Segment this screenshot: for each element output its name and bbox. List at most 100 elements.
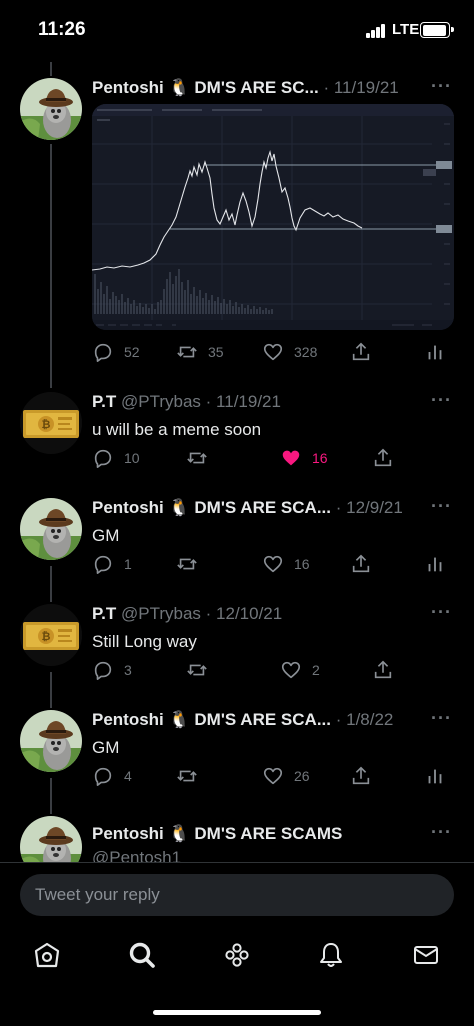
status-time: 11:26 [38,19,86,40]
more-options-button[interactable]: ··· [431,390,452,411]
author-name[interactable]: P.T [92,392,116,411]
battery-icon [420,22,454,38]
like-button[interactable]: 16 [262,552,310,576]
retweet-button[interactable] [176,764,198,788]
tweet-actions: 4 26 [92,764,452,788]
author-handle[interactable]: @Pentosh1 [92,848,181,862]
reply-icon [92,341,114,363]
tweet-text: GM [92,738,120,757]
retweet-icon [176,765,198,787]
reply-count: 1 [124,556,132,572]
tab-notifications[interactable] [316,940,346,970]
author-name[interactable]: Pentoshi 🐧 DM'S ARE SCA... [92,498,331,517]
reply-button[interactable]: 1 [92,552,132,576]
pentoshi-avatar[interactable] [20,498,82,560]
pentoshi-avatar-image [20,498,82,560]
analytics-button[interactable] [424,764,446,788]
tweet-text: Still Long way [92,632,197,651]
tweet-date[interactable]: · 11/19/21 [206,392,281,411]
more-options-button[interactable]: ··· [431,496,452,517]
author-name[interactable]: Pentoshi 🐧 DM'S ARE SC... [92,78,319,97]
notifications-icon [320,943,342,967]
share-button[interactable] [350,764,372,788]
tweet[interactable]: Pentoshi 🐧 DM'S ARE SCA... · 1/8/22 ··· … [0,708,474,800]
analytics-icon [424,765,446,787]
home-icon [34,942,60,968]
price-chart-graphic [92,104,454,330]
retweet-button[interactable] [186,658,208,682]
pentoshi-avatar[interactable] [20,710,82,772]
retweet-count: 35 [208,344,224,360]
pentoshi-avatar[interactable] [20,816,82,862]
reply-button[interactable]: 52 [92,340,140,364]
chart-image[interactable] [92,104,454,330]
share-button[interactable] [350,552,372,576]
tweet[interactable]: P.T @PTrybas · 12/10/21 ··· Still Long w… [0,602,474,694]
retweet-button[interactable]: 35 [176,340,224,364]
communities-icon [225,943,249,967]
tweet[interactable]: P.T @PTrybas · 11/19/21 ··· u will be a … [0,390,474,482]
status-bar: 11:26 LTE [0,0,474,62]
heart-icon [262,765,284,787]
reply-button[interactable]: 4 [92,764,132,788]
share-button[interactable] [372,446,394,470]
messages-icon [414,946,438,964]
tab-messages[interactable] [411,940,441,970]
retweet-icon [176,553,198,575]
tab-home[interactable] [32,940,62,970]
more-options-button[interactable]: ··· [431,708,452,729]
reply-input[interactable]: Tweet your reply [20,874,454,916]
pentoshi-avatar-image [20,78,82,140]
author-handle[interactable]: @PTrybas [121,604,201,623]
bitcoin-bar-avatar[interactable] [20,604,82,666]
home-indicator [153,1010,321,1015]
like-button[interactable]: 16 [280,446,328,470]
tweet-actions: 52 35 328 [92,340,452,364]
reply-icon [92,553,114,575]
analytics-button[interactable] [424,552,446,576]
tweet-date[interactable]: · 11/19/21 [323,78,398,97]
like-button[interactable]: 26 [262,764,310,788]
share-button[interactable] [372,658,394,682]
tweet-date[interactable]: · 12/9/21 [336,498,403,517]
like-button[interactable]: 328 [262,340,317,364]
reply-icon [92,447,114,469]
tweet-header: P.T @PTrybas · 11/19/21 [92,392,430,414]
like-count: 16 [312,450,328,466]
tweet-header: P.T @PTrybas · 12/10/21 [92,604,430,626]
more-options-button[interactable]: ··· [431,822,452,843]
more-options-button[interactable]: ··· [431,602,452,623]
thread-connector [50,62,52,76]
tweet[interactable]: Pentoshi 🐧 DM'S ARE SCA... · 12/9/21 ···… [0,496,474,588]
main-tweet[interactable]: Pentoshi 🐧 DM'S ARE SCAMS @Pentosh1 ··· [0,816,474,862]
tweet-date[interactable]: · 1/8/22 [336,710,394,729]
share-icon [350,765,372,787]
tab-communities[interactable] [222,940,252,970]
tweet-header: Pentoshi 🐧 DM'S ARE SCA... · 12/9/21 [92,498,430,520]
share-button[interactable] [350,340,372,364]
tweet[interactable]: Pentoshi 🐧 DM'S ARE SC... · 11/19/21 ··· [0,76,474,368]
like-button[interactable]: 2 [280,658,320,682]
like-count: 328 [294,344,318,360]
reply-button[interactable]: 3 [92,658,132,682]
retweet-button[interactable] [176,552,198,576]
share-icon [372,447,394,469]
author-name[interactable]: Pentoshi 🐧 DM'S ARE SCAMS [92,824,342,843]
author-name[interactable]: Pentoshi 🐧 DM'S ARE SCA... [92,710,331,729]
bitcoin-bar-avatar-image [20,392,82,454]
tweet-header: Pentoshi 🐧 DM'S ARE SCA... · 1/8/22 [92,710,430,732]
more-options-button[interactable]: ··· [431,76,452,97]
search-icon [129,942,155,968]
tab-search[interactable] [127,940,157,970]
pentoshi-avatar[interactable] [20,78,82,140]
cellular-signal-icon [366,24,386,38]
retweet-button[interactable] [186,446,208,470]
bitcoin-bar-avatar[interactable] [20,392,82,454]
divider [0,862,474,863]
analytics-button[interactable] [424,340,446,364]
author-name[interactable]: P.T [92,604,116,623]
reply-button[interactable]: 10 [92,446,140,470]
bitcoin-bar-avatar-image [20,604,82,666]
tweet-date[interactable]: · 12/10/21 [206,604,283,623]
author-handle[interactable]: @PTrybas [121,392,201,411]
